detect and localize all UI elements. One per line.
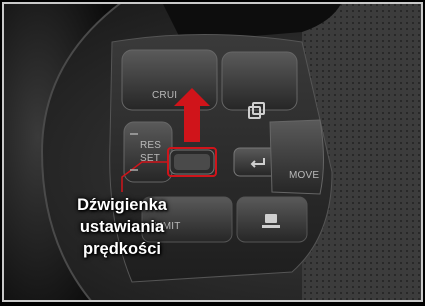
callout-line-3: prędkości <box>83 240 161 258</box>
res-label: RES <box>140 140 162 151</box>
set-label: SET <box>140 153 161 164</box>
speed-lever-callout: Dźwigienka ustawiania prędkości <box>48 194 196 260</box>
steering-wheel-photo: CRUI RES SET MOVE LIMIT Dźwigienka ustaw… <box>2 2 423 302</box>
move-label: MOVE <box>289 170 320 181</box>
cruise-label: CRUI <box>152 90 178 101</box>
callout-line-2: ustawiania <box>79 218 165 236</box>
callout-line-1: Dźwigienka <box>77 196 167 214</box>
